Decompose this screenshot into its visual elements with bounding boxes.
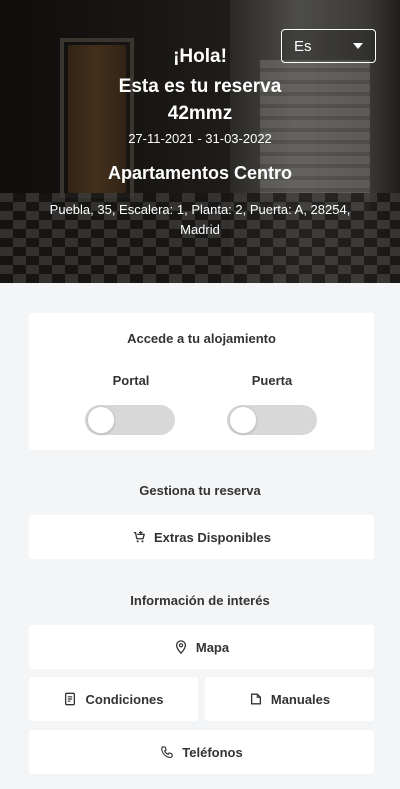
map-pin-icon	[175, 640, 186, 654]
manuals-button[interactable]: Manuales	[205, 677, 374, 721]
document-icon	[65, 692, 76, 706]
conditions-label: Condiciones	[85, 691, 164, 707]
phone-icon	[161, 746, 174, 759]
reservation-code: 42mmz	[167, 103, 233, 124]
portal-toggle[interactable]	[85, 405, 175, 435]
language-selected: Es	[294, 37, 312, 55]
language-select[interactable]: Es	[281, 29, 376, 63]
apartment-address: Puebla, 35, Escalera: 1, Planta: 2, Puer…	[49, 202, 351, 237]
manage-title: Gestiona tu reserva	[139, 483, 261, 498]
conditions-button[interactable]: Condiciones	[29, 677, 198, 721]
hero-banner: ¡Hola! Esta es tu reserva 42mmz 27-11-20…	[0, 0, 400, 283]
phones-label: Teléfonos	[182, 744, 243, 760]
phones-button[interactable]: Teléfonos	[29, 730, 374, 774]
toggle-knob	[229, 406, 257, 434]
info-title: Información de interés	[130, 593, 270, 608]
toggle-knob	[87, 406, 115, 434]
access-card: Accede a tu alojamiento Portal Puerta	[29, 313, 374, 450]
extras-button[interactable]: Extras Disponibles	[29, 515, 374, 559]
puerta-label: Puerta	[251, 373, 293, 388]
file-icon	[250, 693, 261, 705]
puerta-toggle[interactable]	[227, 405, 317, 435]
extras-label: Extras Disponibles	[153, 529, 272, 545]
access-title: Accede a tu alojamiento	[127, 331, 276, 346]
reservation-dates: 27-11-2021 - 31-03-2022	[128, 131, 272, 146]
manuals-label: Manuales	[270, 691, 331, 707]
portal-label: Portal	[112, 373, 150, 388]
cart-icon	[133, 530, 145, 543]
reservation-subtitle: Esta es tu reserva	[118, 76, 282, 97]
map-button[interactable]: Mapa	[29, 625, 374, 669]
apartment-name: Apartamentos Centro	[107, 163, 293, 183]
caret-down-icon	[353, 43, 363, 49]
map-label: Mapa	[195, 639, 230, 655]
